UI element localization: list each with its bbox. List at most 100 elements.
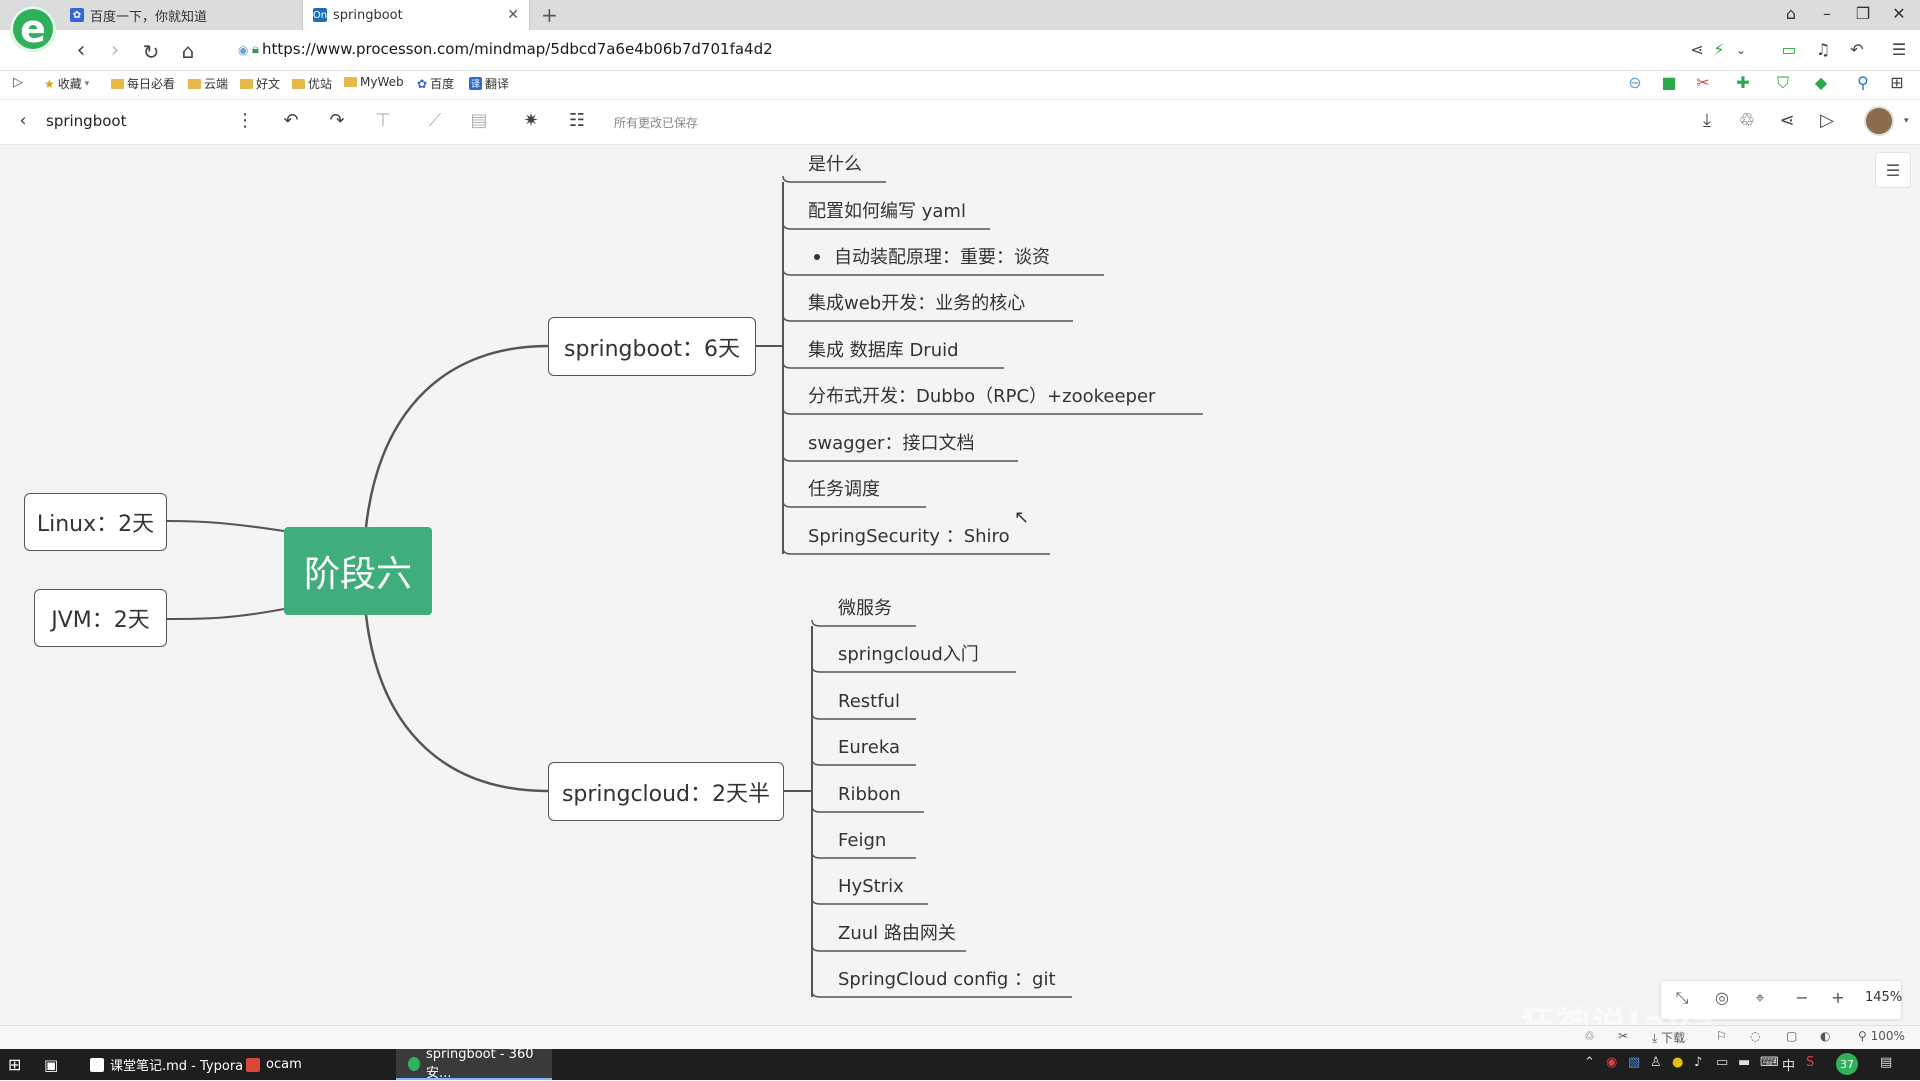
bookmark-myweb[interactable]: MyWeb: [344, 75, 404, 89]
leaf-springboot-5[interactable]: 集成 数据库 Druid: [808, 338, 959, 364]
status-zoom[interactable]: ⚲ 100%: [1858, 1029, 1905, 1043]
status-icon[interactable]: ✂: [1618, 1029, 1628, 1043]
battery-icon[interactable]: ▭: [1778, 40, 1800, 59]
bookmark-cloud[interactable]: 云端: [188, 75, 228, 92]
back-icon[interactable]: ‹: [68, 38, 94, 63]
tray-record-icon[interactable]: ◉: [1606, 1055, 1617, 1070]
download-status[interactable]: ⤓ 下载: [1652, 1029, 1685, 1046]
menu-icon[interactable]: ☰: [1888, 40, 1910, 59]
tab-baidu[interactable]: ✿ 百度一下，你就知道: [70, 0, 300, 30]
home-icon[interactable]: ⌂: [175, 39, 201, 63]
share-icon[interactable]: ⋖: [1686, 40, 1708, 59]
leaf-springboot-8[interactable]: 任务调度: [808, 477, 880, 503]
avatar[interactable]: [1864, 106, 1894, 136]
leaf-springboot-2[interactable]: 配置如何编写 yaml: [808, 199, 966, 225]
extension-minus-icon[interactable]: ⊖: [1624, 73, 1646, 92]
zoom-out-icon[interactable]: −: [1790, 988, 1814, 1007]
leaf-springcloud-8[interactable]: Zuul 路由网关: [838, 921, 956, 947]
magic-wand-icon[interactable]: ✷: [518, 110, 544, 131]
leaf-springcloud-6[interactable]: Feign: [838, 828, 886, 854]
tray-star-icon[interactable]: ●: [1672, 1055, 1683, 1070]
notification-icon[interactable]: ▤: [1880, 1055, 1892, 1070]
tray-vs-icon[interactable]: ▧: [1628, 1055, 1640, 1070]
extension-game-icon[interactable]: ◆: [1810, 73, 1832, 92]
more-icon[interactable]: ⋮: [232, 110, 258, 131]
undo-icon[interactable]: ↶: [278, 110, 304, 131]
taskbar-typora[interactable]: 课堂笔记.md - Typora: [80, 1049, 253, 1080]
battery-icon[interactable]: ▬: [1738, 1055, 1750, 1070]
headphones-icon[interactable]: ♫: [1812, 40, 1834, 59]
outline-icon[interactable]: ☷: [564, 110, 590, 131]
extension-translate-icon[interactable]: ✚: [1732, 73, 1754, 92]
layout-icon[interactable]: ▤: [466, 110, 492, 131]
zoom-in-icon[interactable]: +: [1826, 988, 1850, 1007]
extension-scissors-icon[interactable]: ✂: [1692, 73, 1714, 92]
tray-expand-icon[interactable]: ⌃: [1584, 1055, 1595, 1070]
network-icon[interactable]: ▭: [1716, 1055, 1728, 1070]
document-title[interactable]: springboot: [46, 112, 126, 130]
status-icon[interactable]: ♲: [1584, 1029, 1595, 1043]
tab-springboot[interactable]: On springboot ✕: [302, 0, 530, 30]
leaf-springboot-6[interactable]: 分布式开发：Dubbo（RPC）+zookeeper: [808, 384, 1155, 410]
leaf-springboot-4[interactable]: 集成web开发：业务的核心: [808, 291, 1025, 317]
extension-green-icon[interactable]: ■: [1658, 73, 1680, 92]
back-arrow-icon[interactable]: ‹: [10, 110, 36, 131]
node-jvm[interactable]: JVM：2天: [34, 589, 167, 647]
sidebar-toggle-icon[interactable]: ▷: [13, 75, 23, 90]
volume-icon[interactable]: ♪: [1694, 1055, 1702, 1070]
collaborate-icon[interactable]: ♲: [1734, 110, 1760, 131]
redo-icon[interactable]: ↷: [324, 110, 350, 131]
close-window-icon[interactable]: ✕: [1888, 4, 1910, 23]
url-field[interactable]: https://www.processon.com/mindmap/5dbcd7…: [262, 40, 773, 58]
bookmark-favorites[interactable]: ★ 收藏 ▾: [44, 75, 89, 92]
bookmark-baidu[interactable]: ✿ 百度: [417, 75, 454, 92]
bookmark-translate[interactable]: 译翻译: [469, 75, 509, 92]
taskbar-browser[interactable]: springboot - 360安...: [396, 1047, 552, 1081]
search-icon[interactable]: ⚲: [1852, 73, 1874, 92]
mindmap-canvas[interactable]: 阶段六 Linux：2天 JVM：2天 springboot：6天 spring…: [0, 145, 1920, 1025]
leaf-springcloud-3[interactable]: Restful: [838, 689, 900, 715]
lightning-icon[interactable]: ⚡: [1708, 40, 1730, 59]
task-view-icon[interactable]: ▣: [44, 1049, 58, 1080]
bookmark-daily[interactable]: 每日必看: [111, 75, 175, 92]
forward-icon[interactable]: ›: [102, 38, 128, 63]
reload-icon[interactable]: ↻: [138, 40, 164, 64]
zoom-level[interactable]: 145%: [1865, 990, 1902, 1005]
status-icon[interactable]: ◐: [1820, 1029, 1830, 1043]
share-icon[interactable]: ⋖: [1774, 110, 1800, 131]
windows-start-icon[interactable]: ⊞: [8, 1049, 21, 1080]
status-icon[interactable]: ▢: [1786, 1029, 1797, 1043]
leaf-springcloud-5[interactable]: Ribbon: [838, 782, 901, 808]
taskbar-ocam[interactable]: ocam: [236, 1049, 312, 1080]
undo-history-icon[interactable]: ↶: [1846, 40, 1868, 59]
node-linux[interactable]: Linux：2天: [24, 493, 167, 551]
clear-style-icon[interactable]: ⟋: [422, 110, 448, 131]
extension-shield-icon[interactable]: ⛉: [1772, 73, 1794, 93]
skin-icon[interactable]: ⌂: [1780, 4, 1802, 23]
close-icon[interactable]: ✕: [507, 7, 519, 23]
tray-badge[interactable]: 37: [1836, 1053, 1858, 1075]
leaf-springboot-1[interactable]: 是什么: [808, 152, 862, 178]
leaf-springcloud-7[interactable]: HyStrix: [838, 874, 904, 900]
bookmark-sites[interactable]: 优站: [292, 75, 332, 92]
chevron-down-icon[interactable]: ⌄: [1730, 43, 1752, 57]
download-icon[interactable]: ⤓: [1694, 110, 1720, 131]
ime-indicator[interactable]: 中: [1782, 1055, 1795, 1074]
security-icon[interactable]: ◉: [238, 43, 248, 57]
status-icon[interactable]: ⚐: [1716, 1029, 1727, 1043]
leaf-springcloud-1[interactable]: 微服务: [838, 596, 892, 622]
leaf-springcloud-9[interactable]: SpringCloud config ：git: [838, 967, 1056, 993]
chevron-down-icon[interactable]: ▾: [1904, 116, 1909, 126]
format-painter-icon[interactable]: ⊤: [370, 110, 396, 131]
new-tab-button[interactable]: +: [541, 3, 558, 27]
status-icon[interactable]: ◌: [1750, 1029, 1760, 1043]
keyboard-icon[interactable]: ⌨: [1760, 1055, 1779, 1070]
settings-panel-button[interactable]: ☰: [1875, 152, 1911, 188]
bookmark-articles[interactable]: 好文: [240, 75, 280, 92]
restore-icon[interactable]: ❐: [1852, 4, 1874, 23]
leaf-springcloud-2[interactable]: springcloud入门: [838, 642, 979, 668]
node-springboot[interactable]: springboot：6天: [548, 317, 756, 376]
root-node[interactable]: 阶段六: [284, 527, 432, 615]
tray-app-icon[interactable]: ♙: [1650, 1055, 1662, 1070]
grid-icon[interactable]: ⊞: [1886, 73, 1908, 92]
